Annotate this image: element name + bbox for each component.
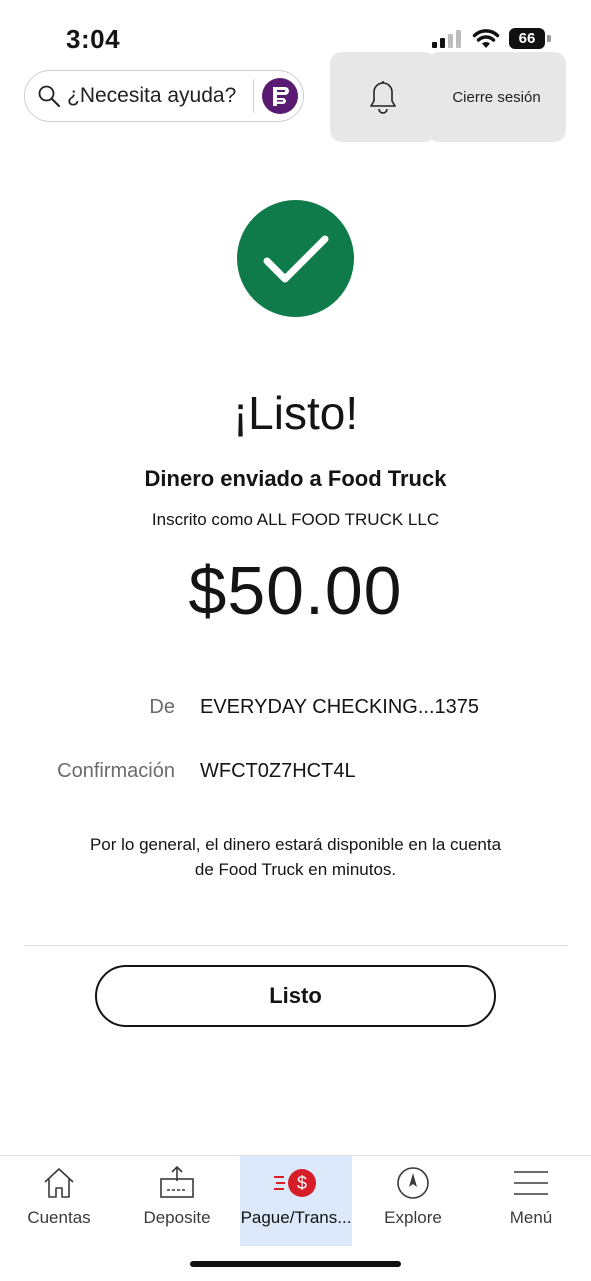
enrolled-as-text: Inscrito como ALL FOOD TRUCK LLC (151, 510, 440, 529)
availability-note: Por lo general, el dinero estará disponi… (89, 835, 502, 879)
menu-icon (514, 1171, 548, 1195)
search-input[interactable] (67, 84, 247, 108)
amount: $50.00 (188, 553, 403, 629)
recipient-title: Dinero enviado a Food Truck (144, 466, 447, 491)
tab-label: Explore (384, 1208, 442, 1227)
search-bar[interactable] (24, 70, 304, 122)
tab-label: Cuentas (27, 1208, 91, 1227)
battery-icon: 66 (509, 28, 551, 49)
tab-label: Pague/Trans... (240, 1208, 352, 1227)
tab-cuentas[interactable]: Cuentas (0, 1156, 118, 1246)
fargo-assistant-button[interactable] (262, 78, 298, 114)
cellular-signal-icon (432, 30, 461, 48)
search-icon (38, 85, 60, 107)
fargo-logo-icon (273, 87, 289, 106)
home-indicator (190, 1261, 401, 1267)
logout-button[interactable]: Cierre sesión (427, 52, 566, 142)
tab-deposite[interactable]: Deposite (118, 1156, 236, 1246)
success-check-icon (237, 200, 354, 317)
confirmation-label: Confirmación (57, 760, 175, 782)
tab-explore[interactable]: Explore (354, 1156, 472, 1246)
divider (24, 945, 567, 946)
deposit-icon (160, 1166, 194, 1198)
home-icon (44, 1168, 74, 1198)
tab-pague-transfiera[interactable]: $ Pague/Trans... (240, 1156, 352, 1246)
tab-label: Menú (509, 1208, 553, 1227)
battery-level: 66 (509, 28, 545, 49)
pay-transfer-icon: $ (274, 1169, 316, 1197)
search-divider (253, 79, 254, 113)
bell-icon (370, 81, 396, 114)
from-label: De (149, 696, 175, 718)
confirmation-number: WFCT0Z7HCT4L (200, 760, 356, 782)
wifi-icon (472, 29, 500, 48)
compass-icon (397, 1167, 429, 1199)
success-headline: ¡Listo! (232, 387, 359, 439)
from-account: EVERYDAY CHECKING...1375 (200, 696, 480, 718)
status-time: 3:04 (66, 24, 121, 54)
tab-label: Deposite (143, 1208, 211, 1227)
svg-text:$: $ (297, 1173, 307, 1193)
notifications-button[interactable] (330, 52, 436, 142)
tab-menu[interactable]: Menú (472, 1156, 590, 1246)
done-button[interactable]: Listo (95, 965, 496, 1027)
